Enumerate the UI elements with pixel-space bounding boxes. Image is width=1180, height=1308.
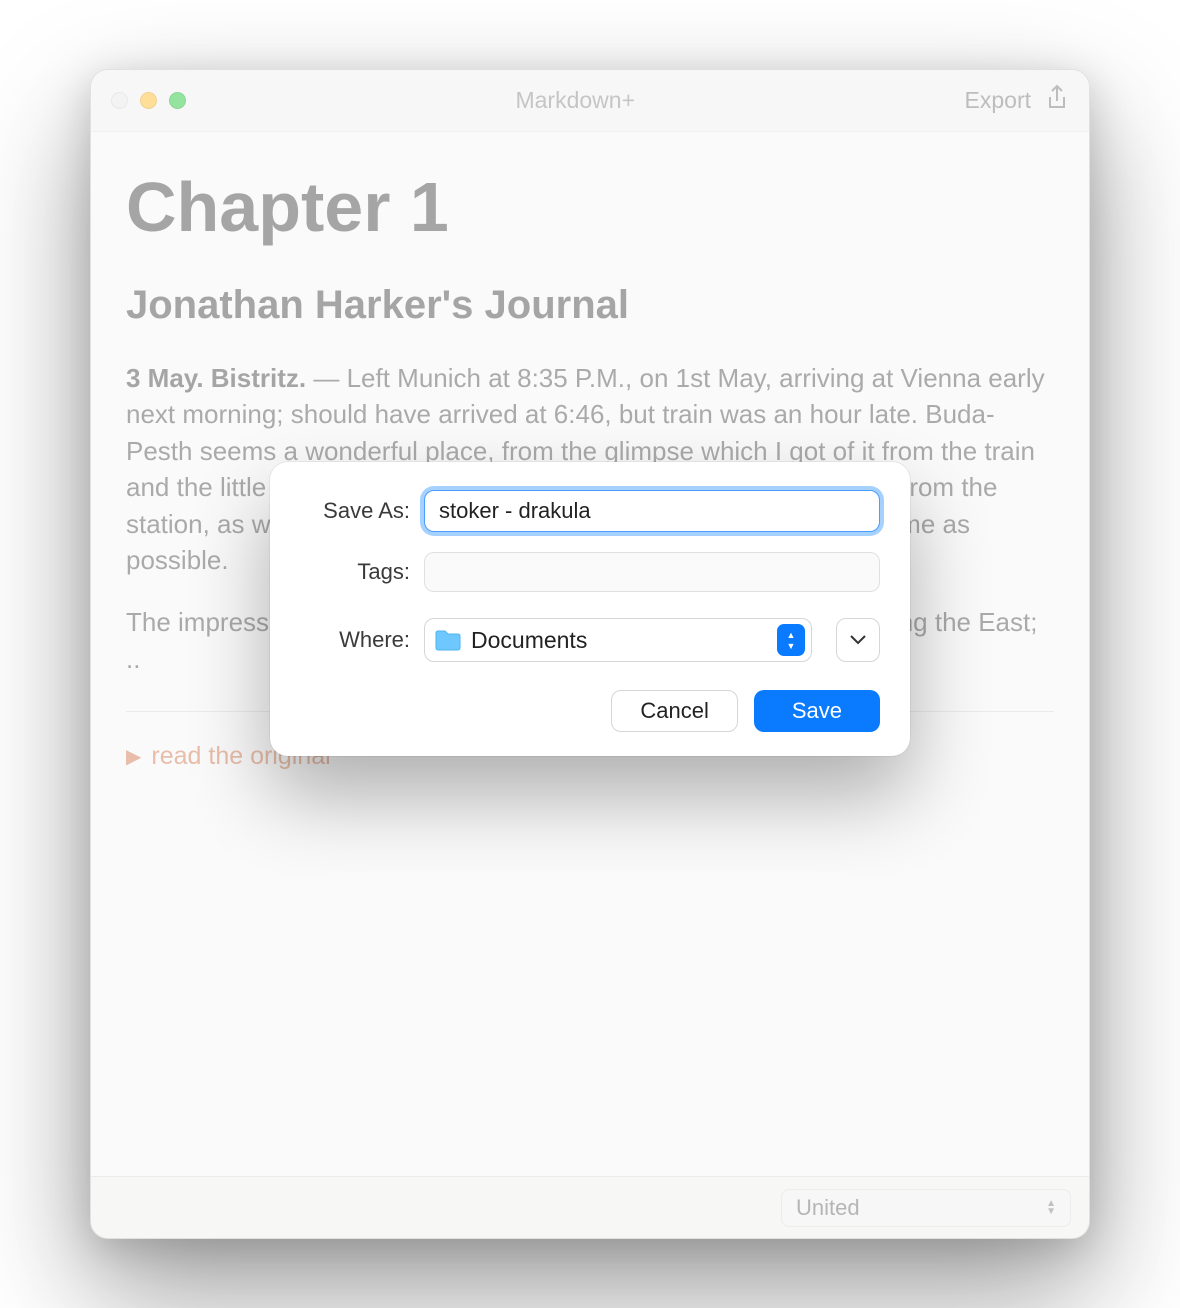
expand-dialog-button[interactable] [836, 618, 880, 662]
saveas-label: Save As: [300, 498, 410, 524]
tags-label: Tags: [300, 559, 410, 585]
save-button[interactable]: Save [754, 690, 880, 732]
app-window: Markdown+ Export Chapter 1 Jonathan Hark… [90, 69, 1090, 1239]
where-stepper-icon: ▲▼ [777, 624, 805, 656]
saveas-input[interactable] [424, 490, 880, 532]
where-select[interactable]: Documents ▲▼ [424, 618, 812, 662]
tags-input[interactable] [424, 552, 880, 592]
save-dialog: Save As: Tags: Where: Documents ▲▼ Cance… [270, 462, 910, 756]
folder-icon [435, 629, 461, 651]
chevron-down-icon [850, 635, 866, 645]
where-value: Documents [471, 627, 587, 654]
cancel-button[interactable]: Cancel [611, 690, 737, 732]
where-label: Where: [300, 627, 410, 653]
